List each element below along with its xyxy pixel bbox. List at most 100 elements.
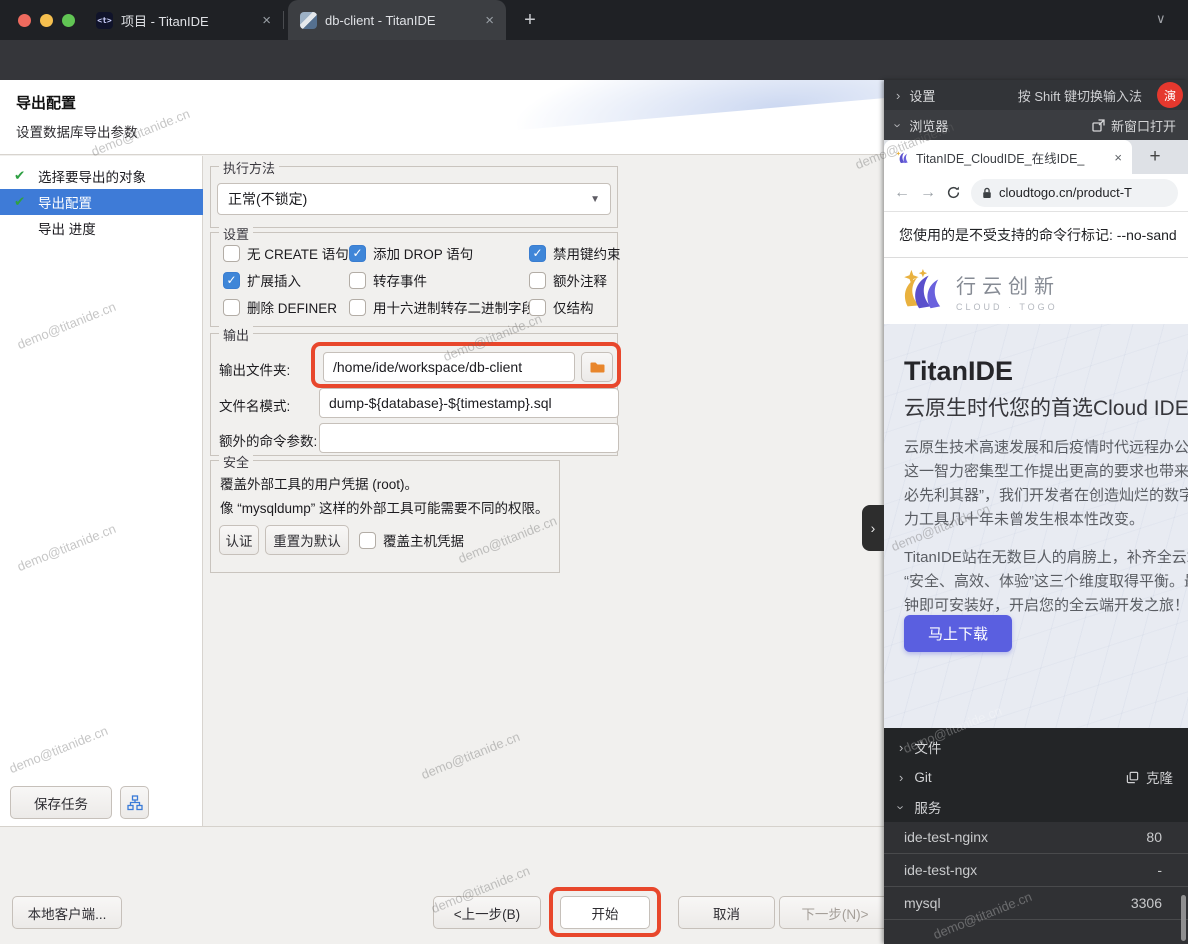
- checkbox-extra-comments[interactable]: 额外注释: [529, 270, 607, 290]
- file-pattern-input[interactable]: [319, 388, 619, 418]
- local-client-button[interactable]: 本地客户端...: [12, 896, 122, 929]
- checkbox[interactable]: [359, 532, 376, 549]
- back-step-button[interactable]: <上一步(B): [433, 896, 541, 929]
- checkbox[interactable]: [349, 245, 366, 262]
- file-pattern-label: 文件名模式:: [219, 395, 290, 415]
- browser-section-header[interactable]: › 浏览器 新窗口打开: [884, 110, 1188, 140]
- dialog-subtitle: 设置数据库导出参数: [16, 121, 138, 141]
- hero-paragraph: “安全、高效、体验”这三个维度取得平衡。最: [904, 570, 1188, 594]
- tab-title: TitanIDE_CloudIDE_在线IDE_: [916, 148, 1107, 167]
- checkbox-dump-events[interactable]: 转存事件: [349, 270, 427, 290]
- checkbox-extended-insert[interactable]: 扩展插入: [223, 270, 301, 290]
- checkbox[interactable]: [223, 245, 240, 262]
- section-label: 服务: [914, 797, 941, 817]
- tab-title: db-client - TitanIDE: [325, 13, 477, 28]
- forward-icon[interactable]: →: [920, 184, 936, 202]
- download-now-button[interactable]: 马上下载: [904, 615, 1012, 652]
- browse-folder-button[interactable]: [581, 352, 613, 382]
- files-section-header[interactable]: › 文件: [884, 732, 1188, 762]
- checkbox[interactable]: [529, 245, 546, 262]
- section-label: 文件: [914, 737, 941, 757]
- tab-title: 项目 - TitanIDE: [121, 11, 254, 30]
- checkbox[interactable]: [223, 272, 240, 289]
- git-section-header[interactable]: › Git 克隆: [884, 762, 1188, 792]
- extra-args-input[interactable]: [319, 423, 619, 453]
- preview-tab[interactable]: TitanIDE_CloudIDE_在线IDE_ ×: [884, 140, 1132, 174]
- checkbox[interactable]: [349, 299, 366, 316]
- checkbox-remove-definer[interactable]: 删除 DEFINER: [223, 297, 337, 317]
- execution-method-group: 执行方法 正常(不锁定) ▼: [210, 166, 618, 228]
- selected-value: 正常(不锁定): [228, 189, 307, 209]
- service-row[interactable]: mysql3306: [884, 887, 1188, 920]
- checkbox-override-host-credentials[interactable]: 覆盖主机凭据: [359, 530, 464, 550]
- checkbox-add-drop[interactable]: 添加 DROP 语句: [349, 243, 473, 263]
- section-label: 浏览器: [909, 116, 948, 135]
- tab-favicon: [300, 12, 317, 29]
- authenticate-button[interactable]: 认证: [219, 525, 259, 555]
- checkbox-hex-blob[interactable]: 用十六进制转存二进制字段: [349, 297, 535, 317]
- group-label: 安全: [219, 452, 253, 471]
- reset-default-button[interactable]: 重置为默认: [265, 525, 349, 555]
- url-text: cloudtogo.cn/product-T: [999, 185, 1132, 200]
- service-row[interactable]: ide-test-ngx-: [884, 854, 1188, 887]
- chevron-right-icon: ›: [899, 770, 903, 785]
- tab-db-client[interactable]: db-client - TitanIDE ×: [288, 0, 506, 40]
- chevron-down-icon: ▼: [590, 194, 600, 205]
- clone-icon: [1126, 771, 1139, 784]
- hero-paragraph: 云原生技术高速发展和后疫情时代远程办公等趋: [904, 436, 1188, 460]
- browser-window: <t> 项目 - TitanIDE × db-client - TitanIDE…: [0, 0, 1188, 944]
- traffic-light-minimize[interactable]: [40, 14, 53, 27]
- checkbox[interactable]: [223, 299, 240, 316]
- brand-text: 行云创新 CLOUD · TOGO: [956, 270, 1060, 312]
- checkbox-no-create[interactable]: 无 CREATE 语句: [223, 243, 349, 263]
- new-tab-button[interactable]: +: [1142, 144, 1168, 170]
- task-list-button[interactable]: [120, 786, 149, 819]
- new-tab-button[interactable]: +: [516, 6, 544, 34]
- titanide-favicon: <t>: [96, 12, 113, 29]
- step-export-config[interactable]: ✔ 导出配置: [0, 189, 203, 215]
- start-button[interactable]: 开始: [560, 896, 650, 929]
- close-icon[interactable]: ×: [1114, 150, 1122, 165]
- close-icon[interactable]: ×: [485, 12, 494, 29]
- chevron-down-icon: ›: [891, 123, 906, 127]
- checkbox[interactable]: [529, 299, 546, 316]
- extra-args-label: 额外的命令参数:: [219, 430, 317, 450]
- wizard-steps: ✔ 选择要导出的对象 ✔ 导出配置 ✔ 导出 进度: [0, 156, 203, 826]
- close-icon[interactable]: ×: [262, 12, 271, 29]
- save-task-button[interactable]: 保存任务: [10, 786, 112, 819]
- back-icon[interactable]: ←: [894, 184, 910, 202]
- reload-icon[interactable]: [946, 185, 961, 200]
- next-step-button[interactable]: 下一步(N)>: [779, 896, 884, 929]
- hero-paragraph: TitanIDE站在无数巨人的肩膀上，补齐全云端开: [904, 546, 1188, 570]
- hero-paragraph: 力工具几十年未曾发生根本性改变。: [904, 508, 1144, 532]
- step-label: 导出 进度: [38, 218, 96, 238]
- output-folder-input[interactable]: [323, 352, 575, 382]
- cancel-button[interactable]: 取消: [678, 896, 775, 929]
- ide-bottom-panels: ide-test-java- ide-test-nginx80 ide-test…: [884, 728, 1188, 944]
- clone-button[interactable]: 克隆: [1126, 767, 1173, 787]
- open-new-window-button[interactable]: 新窗口打开: [1092, 116, 1176, 135]
- service-row[interactable]: ide-test-nginx80: [884, 821, 1188, 854]
- step-select-objects[interactable]: ✔ 选择要导出的对象: [0, 163, 203, 189]
- folder-icon: [589, 360, 606, 374]
- tab-project[interactable]: <t> 项目 - TitanIDE ×: [84, 0, 283, 40]
- checkbox[interactable]: [529, 272, 546, 289]
- chevron-right-icon: ›: [896, 88, 900, 103]
- group-label: 设置: [219, 224, 253, 243]
- checkbox-disable-keys[interactable]: 禁用键约束: [529, 243, 621, 263]
- traffic-light-close[interactable]: [18, 14, 31, 27]
- step-export-progress[interactable]: ✔ 导出 进度: [0, 215, 203, 241]
- execution-method-select[interactable]: 正常(不锁定) ▼: [217, 183, 611, 215]
- url-field[interactable]: cloudtogo.cn/product-T: [971, 179, 1178, 207]
- tab-separator: [283, 11, 284, 29]
- output-folder-label: 输出文件夹:: [219, 359, 290, 379]
- settings-section-header[interactable]: › 设置 按 Shift 键切换输入法 演: [884, 80, 1188, 110]
- traffic-light-maximize[interactable]: [62, 14, 75, 27]
- panel-collapse-handle[interactable]: ›: [862, 505, 884, 551]
- checkbox[interactable]: [349, 272, 366, 289]
- tab-strip: <t> 项目 - TitanIDE × db-client - TitanIDE…: [0, 0, 1188, 40]
- scrollbar-thumb[interactable]: [1181, 895, 1186, 941]
- services-section-header[interactable]: › 服务: [884, 792, 1188, 822]
- chevron-down-icon[interactable]: ∨: [1156, 11, 1166, 27]
- checkbox-structure-only[interactable]: 仅结构: [529, 297, 594, 317]
